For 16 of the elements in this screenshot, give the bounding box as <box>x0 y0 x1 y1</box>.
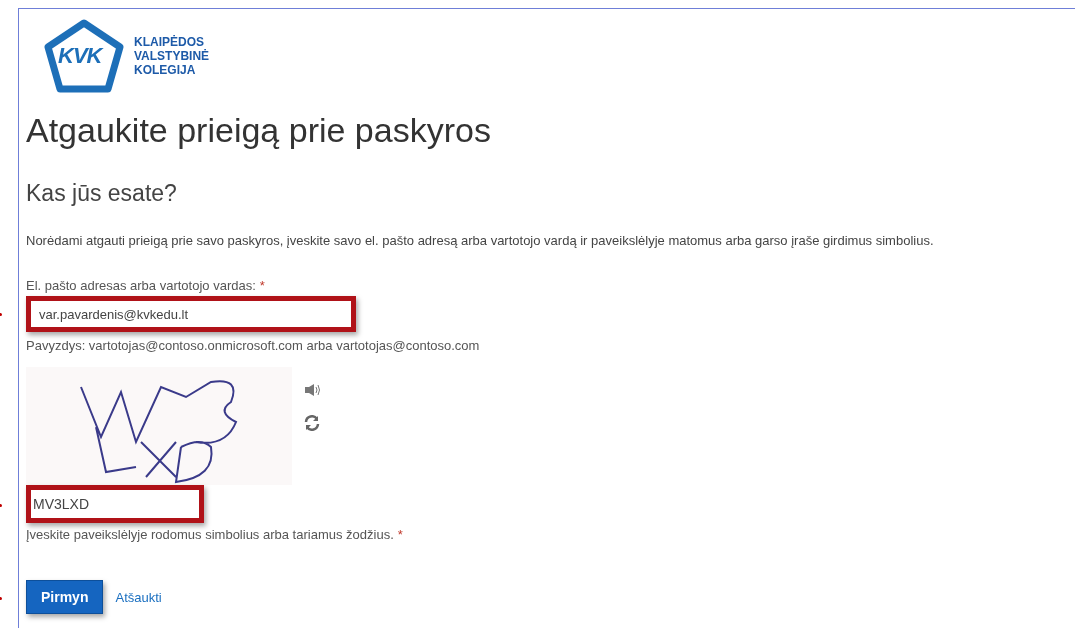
logo-text: VALSTYBINĖ <box>134 49 210 63</box>
description-text: Norėdami atgauti prieigą prie savo paskyros, įveskite savo el. pašto adresą arba vartotojo vardą ir paveikslėlyje matomus arba garso įraše girdimus simbolius. <box>26 233 935 248</box>
logo-text: KOLEGIJA <box>134 63 197 77</box>
page-title: Atgaukite prieigą prie paskyros <box>26 111 492 150</box>
captcha-hint-text: Įveskite paveikslėlyje rodomus simbolius arba tariamus žodžius. <box>26 527 394 542</box>
next-button[interactable]: Pirmyn <box>26 580 104 614</box>
logo-mark-text: KVK <box>58 43 102 69</box>
required-mark: * <box>397 527 403 542</box>
captcha-input-field[interactable]: MV3LXD <box>26 485 204 523</box>
section-heading: Kas jūs esate? <box>26 180 178 207</box>
cancel-link[interactable]: Atšaukti <box>115 589 162 605</box>
email-input-field[interactable]: var.pavardenis@kvkedu.lt <box>26 296 356 332</box>
example-text: Pavyzdys: vartotojas@contoso.onmicrosoft.com arba vartotojas@contoso.com <box>26 338 481 353</box>
required-mark: * <box>259 278 265 293</box>
field-label: El. pašto adresas arba vartotojo vardas: <box>26 278 256 293</box>
logo-text: KLAIPĖDOS <box>134 35 205 49</box>
